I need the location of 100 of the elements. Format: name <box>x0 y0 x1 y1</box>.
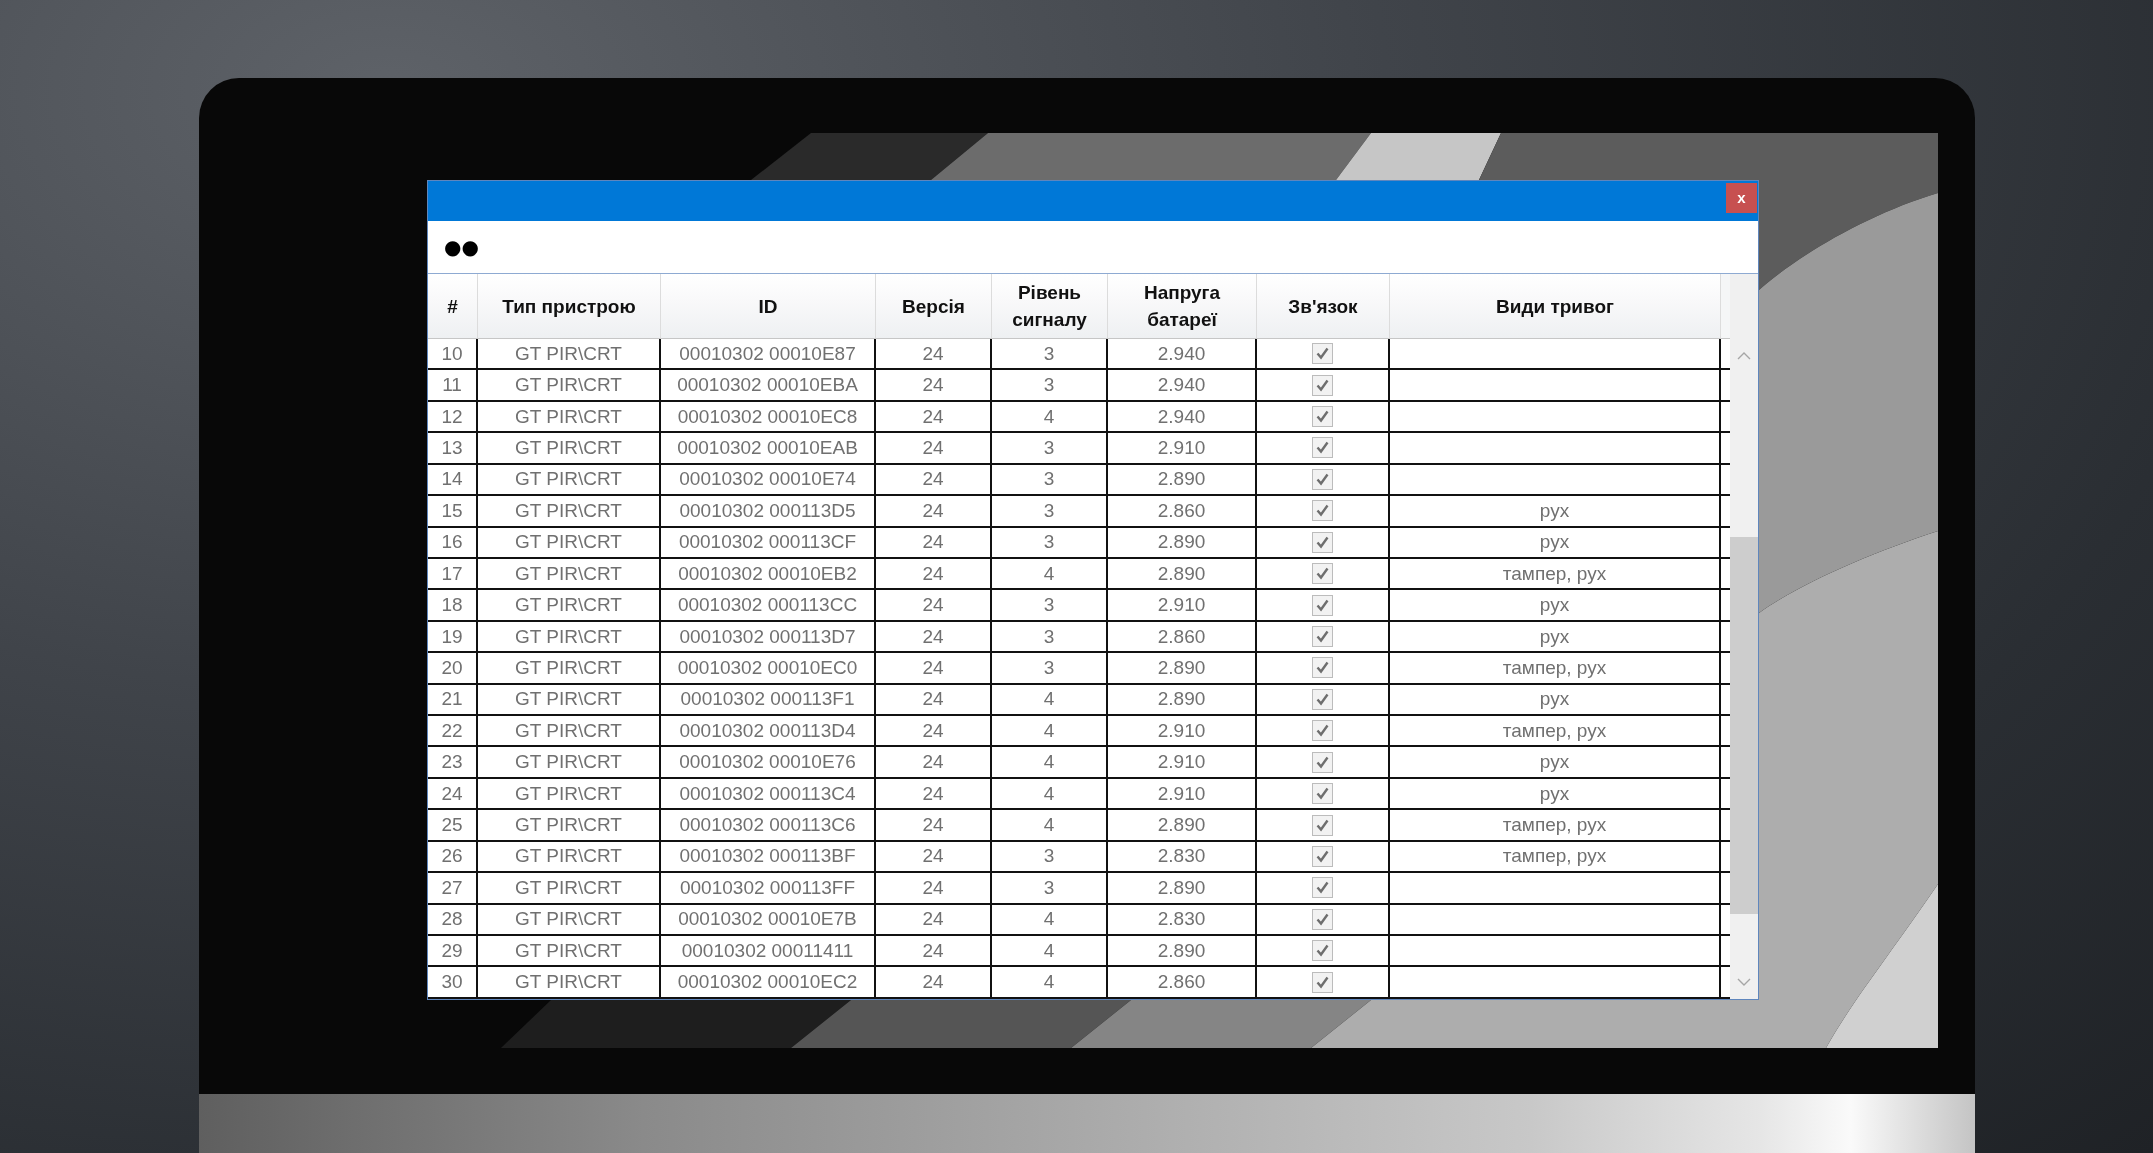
column-header[interactable]: Види тривог <box>1390 274 1721 339</box>
table-cell: тампер, рух <box>1390 810 1721 842</box>
table-cell: 3 <box>992 464 1108 497</box>
column-header[interactable]: Зв'язок <box>1257 274 1390 339</box>
table-cell: 4 <box>992 778 1108 811</box>
checkbox[interactable] <box>1312 500 1333 522</box>
checkbox[interactable] <box>1312 720 1333 742</box>
table-cell: 24 <box>876 558 992 591</box>
table-cell: 2.890 <box>1108 653 1257 685</box>
table-cell: GT PIR\CRT <box>478 747 661 779</box>
checkbox[interactable] <box>1312 406 1333 428</box>
column-header[interactable]: Рівень сигналу <box>992 274 1108 339</box>
table-cell: 2.890 <box>1108 684 1257 717</box>
row-number: 29 <box>428 936 478 968</box>
table-cell: 3 <box>992 339 1108 371</box>
row-number: 20 <box>428 653 478 685</box>
table-cell: 2.830 <box>1108 904 1257 936</box>
table-cell: 00010302 000113F1 <box>661 684 876 717</box>
table-cell: 24 <box>876 590 992 622</box>
checkbox[interactable] <box>1312 908 1333 930</box>
table-cell: 3 <box>992 621 1108 654</box>
table-cell: 00010302 000113BF <box>661 841 876 874</box>
row-number: 18 <box>428 590 478 622</box>
table-cell: GT PIR\CRT <box>478 873 661 905</box>
table-cell: 2.910 <box>1108 747 1257 779</box>
checkbox[interactable] <box>1312 468 1333 490</box>
table-cell: 24 <box>876 339 992 371</box>
scrollbar-thumb[interactable] <box>1730 537 1758 914</box>
table-cell: тампер, рух <box>1390 653 1721 685</box>
table-cell: GT PIR\CRT <box>478 527 661 559</box>
row-number: 15 <box>428 496 478 528</box>
column-header[interactable]: ID <box>661 274 876 339</box>
table-cell: 00010302 00010E74 <box>661 464 876 497</box>
table-cell: 3 <box>992 527 1108 559</box>
row-number: 24 <box>428 778 478 811</box>
checkbox[interactable] <box>1312 783 1333 805</box>
table-cell: 24 <box>876 496 992 528</box>
column-header[interactable]: Версія <box>876 274 992 339</box>
table-cell: 00010302 00010E87 <box>661 339 876 371</box>
table-cell: 00010302 000113C6 <box>661 810 876 842</box>
table-cell: 2.910 <box>1108 778 1257 811</box>
checkbox[interactable] <box>1312 940 1333 962</box>
checkbox[interactable] <box>1312 845 1333 867</box>
table-cell: 00010302 00010EB2 <box>661 558 876 591</box>
row-number: 26 <box>428 841 478 874</box>
table-cell: GT PIR\CRT <box>478 716 661 748</box>
checkbox[interactable] <box>1312 688 1333 710</box>
column-header[interactable]: # <box>428 274 478 339</box>
table-cell: 2.890 <box>1108 527 1257 559</box>
table-cell: GT PIR\CRT <box>478 590 661 622</box>
column-header[interactable]: Напруга батареї <box>1108 274 1257 339</box>
checkbox[interactable] <box>1312 531 1333 553</box>
column-header[interactable]: Тип пристрою <box>478 274 661 339</box>
table-cell: 4 <box>992 684 1108 717</box>
row-number: 16 <box>428 527 478 559</box>
close-button[interactable]: x <box>1726 183 1757 213</box>
checkbox[interactable] <box>1312 657 1333 679</box>
table-cell: 3 <box>992 590 1108 622</box>
row-number: 13 <box>428 433 478 465</box>
table-cell: 2.940 <box>1108 370 1257 402</box>
table-cell: 2.860 <box>1108 621 1257 654</box>
table-cell: GT PIR\CRT <box>478 496 661 528</box>
checkbox[interactable] <box>1312 594 1333 616</box>
table-cell: GT PIR\CRT <box>478 370 661 402</box>
checkbox[interactable] <box>1312 814 1333 836</box>
table-cell: GT PIR\CRT <box>478 464 661 497</box>
table-cell: GT PIR\CRT <box>478 339 661 371</box>
table-cell: 24 <box>876 370 992 402</box>
table-cell: GT PIR\CRT <box>478 904 661 936</box>
checkbox[interactable] <box>1312 626 1333 647</box>
checkbox[interactable] <box>1312 971 1333 993</box>
checkbox[interactable] <box>1312 437 1333 459</box>
row-number: 23 <box>428 747 478 779</box>
table-cell: 4 <box>992 904 1108 936</box>
table-cell: 4 <box>992 967 1108 999</box>
table-cell: 00010302 000113D5 <box>661 496 876 528</box>
table-cell: рух <box>1390 747 1721 779</box>
checkbox[interactable] <box>1312 374 1333 396</box>
table-cell: 2.940 <box>1108 401 1257 434</box>
table-cell: 00010302 00010EBA <box>661 370 876 402</box>
checkbox[interactable] <box>1312 751 1333 773</box>
table-cell: тампер, рух <box>1390 558 1721 591</box>
table-cell: GT PIR\CRT <box>478 841 661 874</box>
table-cell: 4 <box>992 747 1108 779</box>
table-cell: 2.890 <box>1108 558 1257 591</box>
checkbox[interactable] <box>1312 343 1333 365</box>
checkbox[interactable] <box>1312 877 1333 899</box>
checkbox[interactable] <box>1312 563 1333 585</box>
table-cell: 3 <box>992 433 1108 465</box>
table-cell: 3 <box>992 370 1108 402</box>
table-cell: 24 <box>876 684 992 717</box>
table-cell: 4 <box>992 810 1108 842</box>
table-cell: GT PIR\CRT <box>478 936 661 968</box>
table-cell: 3 <box>992 873 1108 905</box>
scrollbar[interactable] <box>1730 274 1758 999</box>
row-number: 12 <box>428 401 478 434</box>
row-number: 25 <box>428 810 478 842</box>
table-cell: 2.890 <box>1108 810 1257 842</box>
table-cell: 00010302 00010EC2 <box>661 967 876 999</box>
row-number: 19 <box>428 621 478 654</box>
